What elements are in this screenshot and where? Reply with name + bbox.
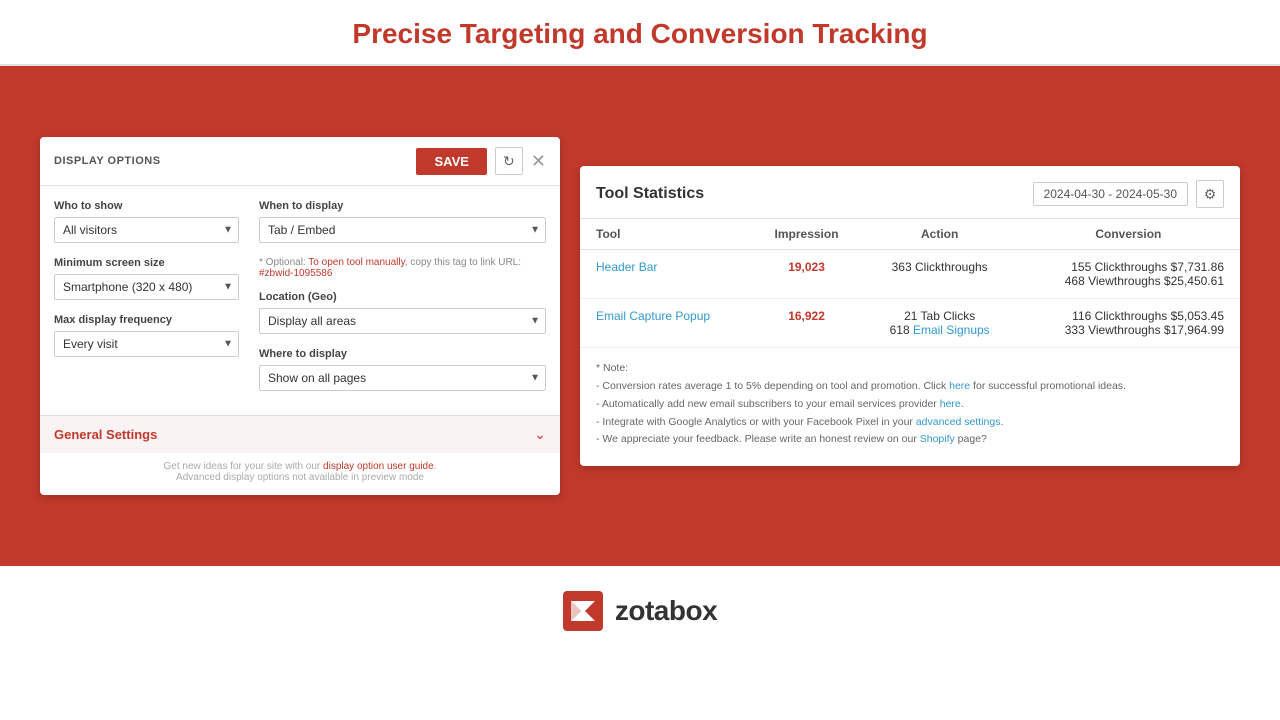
- left-column: Who to show All visitors New visitors Re…: [54, 200, 239, 405]
- email-provider-link[interactable]: here: [940, 398, 961, 410]
- promo-ideas-link[interactable]: here: [949, 380, 970, 392]
- who-to-show-label: Who to show: [54, 200, 239, 212]
- min-screen-size-group: Minimum screen size Smartphone (320 x 48…: [54, 257, 239, 300]
- max-display-freq-select[interactable]: Every visit Once per day Once per week: [54, 331, 239, 357]
- close-button[interactable]: ✕: [531, 152, 546, 170]
- table-header-row: Tool Impression Action Conversion: [580, 219, 1240, 250]
- page-header: Precise Targeting and Conversion Trackin…: [0, 0, 1280, 66]
- main-content-area: DISPLAY OPTIONS SAVE ↻ ✕ Who to show All…: [0, 66, 1280, 566]
- settings-gear-button[interactable]: ⚙: [1196, 180, 1224, 208]
- open-tool-manually-link[interactable]: To open tool manually: [308, 257, 405, 268]
- notes-section: * Note: - Conversion rates average 1 to …: [580, 347, 1240, 461]
- conversion-cell: 116 Clickthroughs $5,053.45 333 Viewthro…: [1017, 299, 1240, 348]
- where-to-display-select[interactable]: Show on all pages Specific pages Homepag…: [259, 365, 546, 391]
- col-action: Action: [863, 219, 1017, 250]
- right-column: When to display Tab / Embed On load On s…: [259, 200, 546, 405]
- page-title: Precise Targeting and Conversion Trackin…: [0, 18, 1280, 50]
- col-conversion: Conversion: [1017, 219, 1240, 250]
- action-cell: 21 Tab Clicks 618 Email Signups: [863, 299, 1017, 348]
- who-to-show-select-wrapper: All visitors New visitors Returning visi…: [54, 217, 239, 243]
- col-impression: Impression: [751, 219, 863, 250]
- panel-title: DISPLAY OPTIONS: [54, 155, 161, 167]
- conversion-cell: 155 Clickthroughs $7,731.86 468 Viewthro…: [1017, 250, 1240, 299]
- impression-value: 19,023: [788, 260, 825, 274]
- when-to-display-select[interactable]: Tab / Embed On load On scroll On exit: [259, 217, 546, 243]
- who-to-show-select[interactable]: All visitors New visitors Returning visi…: [54, 217, 239, 243]
- optional-note: * Optional: To open tool manually, copy …: [259, 257, 546, 279]
- refresh-button[interactable]: ↻: [495, 147, 523, 175]
- min-screen-size-select[interactable]: Smartphone (320 x 480) Tablet (768 x 102…: [54, 274, 239, 300]
- date-range-badge: 2024-04-30 - 2024-05-30: [1033, 182, 1188, 206]
- max-display-freq-select-wrapper: Every visit Once per day Once per week ▼: [54, 331, 239, 357]
- table-row: Header Bar 19,023 363 Clickthroughs 155 …: [580, 250, 1240, 299]
- zotabox-logo-icon: Z: [563, 591, 603, 631]
- panel-header: DISPLAY OPTIONS SAVE ↻ ✕: [40, 137, 560, 186]
- when-to-display-group: When to display Tab / Embed On load On s…: [259, 200, 546, 243]
- stats-table: Tool Impression Action Conversion Header…: [580, 219, 1240, 347]
- note-line1: - Conversion rates average 1 to 5% depen…: [596, 378, 1224, 396]
- footer-line1: Get new ideas for your site with our dis…: [54, 461, 546, 472]
- when-to-display-select-wrapper: Tab / Embed On load On scroll On exit ▼: [259, 217, 546, 243]
- chevron-down-icon: ⌄: [534, 426, 546, 443]
- where-to-display-group: Where to display Show on all pages Speci…: [259, 348, 546, 391]
- panel-body: Who to show All visitors New visitors Re…: [40, 186, 560, 415]
- email-capture-popup-link[interactable]: Email Capture Popup: [596, 309, 710, 323]
- display-options-panel: DISPLAY OPTIONS SAVE ↻ ✕ Who to show All…: [40, 137, 560, 495]
- display-option-user-guide-link[interactable]: display option user guide: [323, 461, 434, 472]
- panel-footer: Get new ideas for your site with our dis…: [40, 453, 560, 495]
- location-geo-group: Location (Geo) Display all areas Specifi…: [259, 291, 546, 334]
- min-screen-size-select-wrapper: Smartphone (320 x 480) Tablet (768 x 102…: [54, 274, 239, 300]
- when-to-display-label: When to display: [259, 200, 546, 212]
- advanced-settings-link[interactable]: advanced settings: [916, 416, 1001, 428]
- impression-cell: 16,922: [751, 299, 863, 348]
- svg-text:Z: Z: [578, 604, 588, 621]
- stats-header: Tool Statistics 2024-04-30 - 2024-05-30 …: [580, 166, 1240, 219]
- note-line2: - Automatically add new email subscriber…: [596, 396, 1224, 414]
- where-to-display-select-wrapper: Show on all pages Specific pages Homepag…: [259, 365, 546, 391]
- table-row: Email Capture Popup 16,922 21 Tab Clicks…: [580, 299, 1240, 348]
- general-settings-bar[interactable]: General Settings ⌄: [40, 415, 560, 453]
- max-display-freq-group: Max display frequency Every visit Once p…: [54, 314, 239, 357]
- header-actions: SAVE ↻ ✕: [416, 147, 546, 175]
- note-line4: - We appreciate your feedback. Please wr…: [596, 431, 1224, 449]
- impression-value: 16,922: [788, 309, 825, 323]
- min-screen-size-label: Minimum screen size: [54, 257, 239, 269]
- location-geo-select[interactable]: Display all areas Specific countries Spe…: [259, 308, 546, 334]
- footer-line2: Advanced display options not available i…: [54, 472, 546, 483]
- page-footer: Z zotabox: [0, 566, 1280, 656]
- location-geo-select-wrapper: Display all areas Specific countries Spe…: [259, 308, 546, 334]
- tool-tag-link[interactable]: #zbwid-1095586: [259, 268, 332, 279]
- action-cell: 363 Clickthroughs: [863, 250, 1017, 299]
- where-to-display-label: Where to display: [259, 348, 546, 360]
- date-range-wrapper: 2024-04-30 - 2024-05-30 ⚙: [1033, 180, 1224, 208]
- stats-panel: Tool Statistics 2024-04-30 - 2024-05-30 …: [580, 166, 1240, 466]
- email-signups-link[interactable]: Email Signups: [913, 323, 990, 337]
- impression-cell: 19,023: [751, 250, 863, 299]
- note-heading: * Note:: [596, 360, 1224, 378]
- location-geo-label: Location (Geo): [259, 291, 546, 303]
- tool-name-cell: Header Bar: [580, 250, 751, 299]
- shopify-review-link[interactable]: Shopify: [920, 433, 955, 445]
- general-settings-label: General Settings: [54, 427, 157, 442]
- header-bar-link[interactable]: Header Bar: [596, 260, 657, 274]
- brand-name: zotabox: [615, 595, 717, 627]
- tool-name-cell: Email Capture Popup: [580, 299, 751, 348]
- note-line3: - Integrate with Google Analytics or wit…: [596, 414, 1224, 432]
- stats-title: Tool Statistics: [596, 185, 704, 203]
- save-button[interactable]: SAVE: [416, 148, 486, 175]
- max-display-freq-label: Max display frequency: [54, 314, 239, 326]
- who-to-show-group: Who to show All visitors New visitors Re…: [54, 200, 239, 243]
- col-tool: Tool: [580, 219, 751, 250]
